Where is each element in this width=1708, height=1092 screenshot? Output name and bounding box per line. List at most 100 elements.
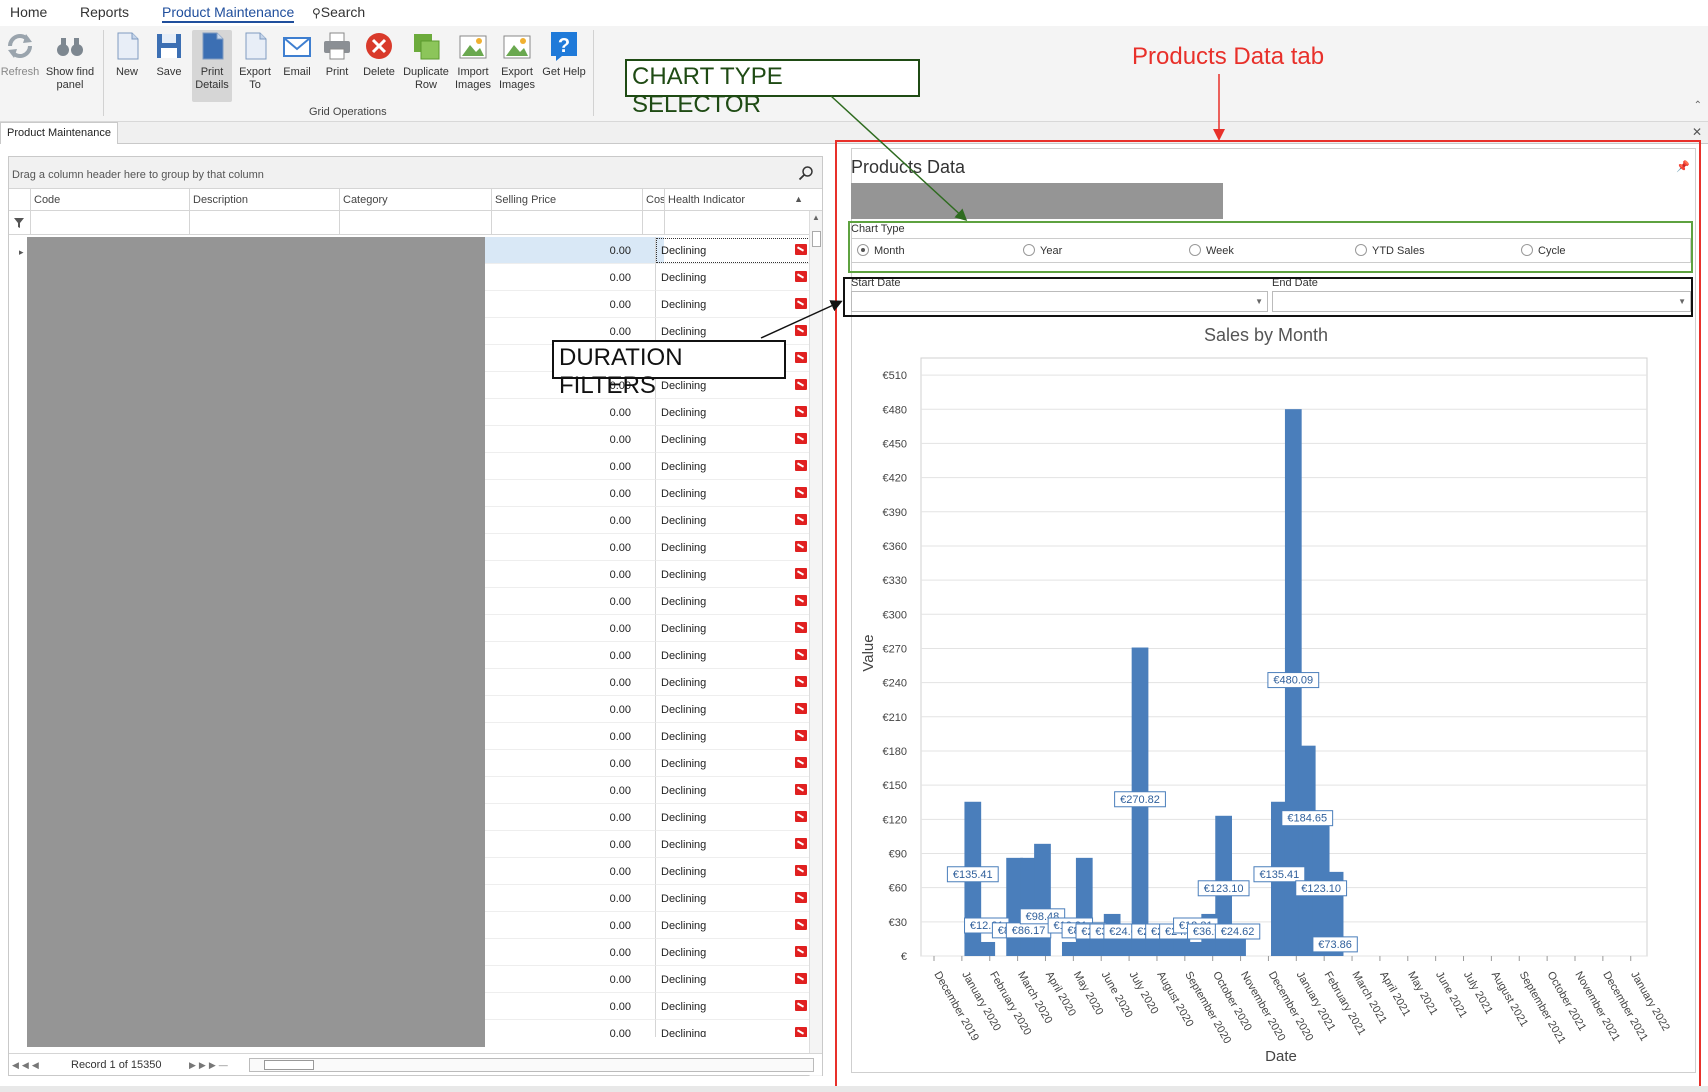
vertical-scrollbar[interactable]: ▲ ▼ <box>809 211 822 1076</box>
nav-first-prev-icons[interactable]: ◀◀◀ <box>12 1060 42 1071</box>
ribbon-button-print-details[interactable]: Print Details <box>192 30 232 102</box>
health-indicator-cell[interactable]: Declining <box>655 831 809 858</box>
ribbon-button-print[interactable]: Print <box>317 30 357 79</box>
health-indicator-cell[interactable]: Declining <box>655 507 809 534</box>
column-header-selling-price[interactable]: Selling Price <box>491 189 642 211</box>
health-indicator-cell[interactable]: Declining <box>655 399 809 426</box>
group-panel[interactable]: Drag a column header here to group by th… <box>9 157 822 189</box>
selling-price-cell[interactable]: 0.00 <box>485 642 637 669</box>
selling-price-cell[interactable]: 0.00 <box>485 723 637 750</box>
selling-price-cell[interactable]: 0.00 <box>485 831 637 858</box>
health-indicator-cell[interactable]: Declining <box>655 480 809 507</box>
health-indicator-cell[interactable]: Declining <box>655 993 809 1020</box>
selling-price-cell[interactable]: 0.00 <box>485 480 637 507</box>
ribbon-button-refresh[interactable]: Refresh <box>0 30 40 79</box>
close-icon[interactable]: ✕ <box>1692 125 1702 139</box>
health-indicator-cell[interactable]: Declining <box>655 669 809 696</box>
filter-cell-cost[interactable] <box>642 211 664 235</box>
health-indicator-cell[interactable]: Declining <box>655 1020 809 1037</box>
selling-price-cell[interactable]: 0.00 <box>485 939 637 966</box>
health-indicator-cell[interactable]: Declining <box>655 966 809 993</box>
menu-search[interactable]: ⚲Search <box>312 4 365 20</box>
ribbon-button-delete[interactable]: Delete <box>358 30 400 79</box>
ribbon-button-new[interactable]: New <box>106 30 148 79</box>
selling-price-cell[interactable]: 0.00 <box>485 588 637 615</box>
filter-cell-health[interactable] <box>664 211 809 235</box>
selling-price-cell[interactable]: 0.00 <box>485 507 637 534</box>
ribbon-button-duplicate-row[interactable]: Duplicate Row <box>401 30 451 92</box>
menu-product-maintenance[interactable]: Product Maintenance <box>162 4 295 23</box>
health-indicator-cell[interactable]: Declining <box>655 696 809 723</box>
health-indicator-cell[interactable]: Declining <box>655 777 809 804</box>
selling-price-cell[interactable]: 0.00 <box>485 237 637 264</box>
ribbon-button-export-to[interactable]: Export To <box>233 30 277 92</box>
menu-reports[interactable]: Reports <box>80 4 129 20</box>
ribbon-button-show-find-panel[interactable]: Show find panel <box>42 30 98 92</box>
column-header-cost[interactable]: Cos <box>642 189 664 211</box>
hscroll-thumb[interactable] <box>264 1060 314 1070</box>
ribbon-button-get-help[interactable]: ? Get Help <box>541 30 587 79</box>
horizontal-scrollbar[interactable] <box>249 1058 814 1072</box>
health-indicator-cell[interactable]: Declining <box>655 615 809 642</box>
search-icon[interactable] <box>798 165 814 181</box>
health-indicator-cell[interactable]: Declining <box>655 750 809 777</box>
health-indicator-cell[interactable]: Declining <box>655 804 809 831</box>
ribbon-button-email[interactable]: Email <box>277 30 317 79</box>
health-indicator-text: Declining <box>661 974 707 986</box>
selling-price-cell[interactable]: 0.00 <box>485 966 637 993</box>
filter-cell-category[interactable] <box>339 211 491 235</box>
health-indicator-cell[interactable]: Declining <box>655 723 809 750</box>
selling-price-cell[interactable]: 0.00 <box>485 993 637 1020</box>
selling-price-cell[interactable]: 0.00 <box>485 750 637 777</box>
selling-price-cell[interactable]: 0.00 <box>485 885 637 912</box>
ribbon-button-export-images[interactable]: Export Images <box>494 30 540 92</box>
health-indicator-cell[interactable]: Declining <box>655 912 809 939</box>
health-indicator-text: Declining <box>661 893 707 905</box>
health-indicator-cell[interactable]: Declining <box>655 453 809 480</box>
filter-cell-description[interactable] <box>189 211 339 235</box>
selling-price-cell[interactable]: 0.00 <box>485 804 637 831</box>
selling-price-cell[interactable]: 0.00 <box>485 534 637 561</box>
selling-price-cell[interactable]: 0.00 <box>485 426 637 453</box>
scroll-thumb[interactable] <box>812 231 821 247</box>
column-header-category[interactable]: Category <box>339 189 491 211</box>
selling-price-cell[interactable]: 0.00 <box>485 912 637 939</box>
selling-price-cell[interactable]: 0.00 <box>485 777 637 804</box>
scroll-up-icon[interactable]: ▲ <box>812 213 820 222</box>
column-header-code[interactable]: Code <box>30 189 189 211</box>
column-header-description[interactable]: Description <box>189 189 339 211</box>
selling-price-cell[interactable]: 0.00 <box>485 561 637 588</box>
health-indicator-cell[interactable]: Declining <box>655 237 809 264</box>
selling-price-cell[interactable]: 0.00 <box>485 615 637 642</box>
collapse-ribbon-icon[interactable]: ⌃ <box>1694 100 1702 111</box>
health-indicator-cell[interactable]: Declining <box>655 642 809 669</box>
health-indicator-cell[interactable]: Declining <box>655 939 809 966</box>
health-indicator-text: Declining <box>661 677 707 689</box>
ribbon-button-save[interactable]: Save <box>148 30 190 79</box>
column-header-health-indicator[interactable]: Health Indicator ▲ <box>664 189 809 211</box>
filter-cell-selling-price[interactable] <box>491 211 642 235</box>
menu-home[interactable]: Home <box>10 4 47 20</box>
health-indicator-cell[interactable]: Declining <box>655 588 809 615</box>
ribbon-separator <box>593 30 594 116</box>
health-indicator-cell[interactable]: Declining <box>655 426 809 453</box>
health-indicator-cell[interactable]: Declining <box>655 858 809 885</box>
selling-price-cell[interactable]: 0.00 <box>485 1020 637 1037</box>
health-indicator-cell[interactable]: Declining <box>655 534 809 561</box>
health-indicator-cell[interactable]: Declining <box>655 291 809 318</box>
selling-price-cell[interactable]: 0.00 <box>485 453 637 480</box>
selling-price-cell[interactable]: 0.00 <box>485 291 637 318</box>
selling-price-cell[interactable]: 0.00 <box>485 264 637 291</box>
selling-price-cell[interactable]: 0.00 <box>485 669 637 696</box>
filter-cell-code[interactable] <box>30 211 189 235</box>
selling-price-cell[interactable]: 0.00 <box>485 399 637 426</box>
selling-price-cell[interactable]: 0.00 <box>485 858 637 885</box>
print-details-icon <box>196 30 228 62</box>
health-indicator-cell[interactable]: Declining <box>655 885 809 912</box>
health-indicator-cell[interactable]: Declining <box>655 561 809 588</box>
selling-price-cell[interactable]: 0.00 <box>485 696 637 723</box>
ribbon-button-import-images[interactable]: Import Images <box>451 30 495 92</box>
nav-next-last-icons[interactable]: ▶▶▶— <box>189 1060 231 1071</box>
tab-product-maintenance[interactable]: Product Maintenance <box>0 122 118 144</box>
health-indicator-cell[interactable]: Declining <box>655 264 809 291</box>
